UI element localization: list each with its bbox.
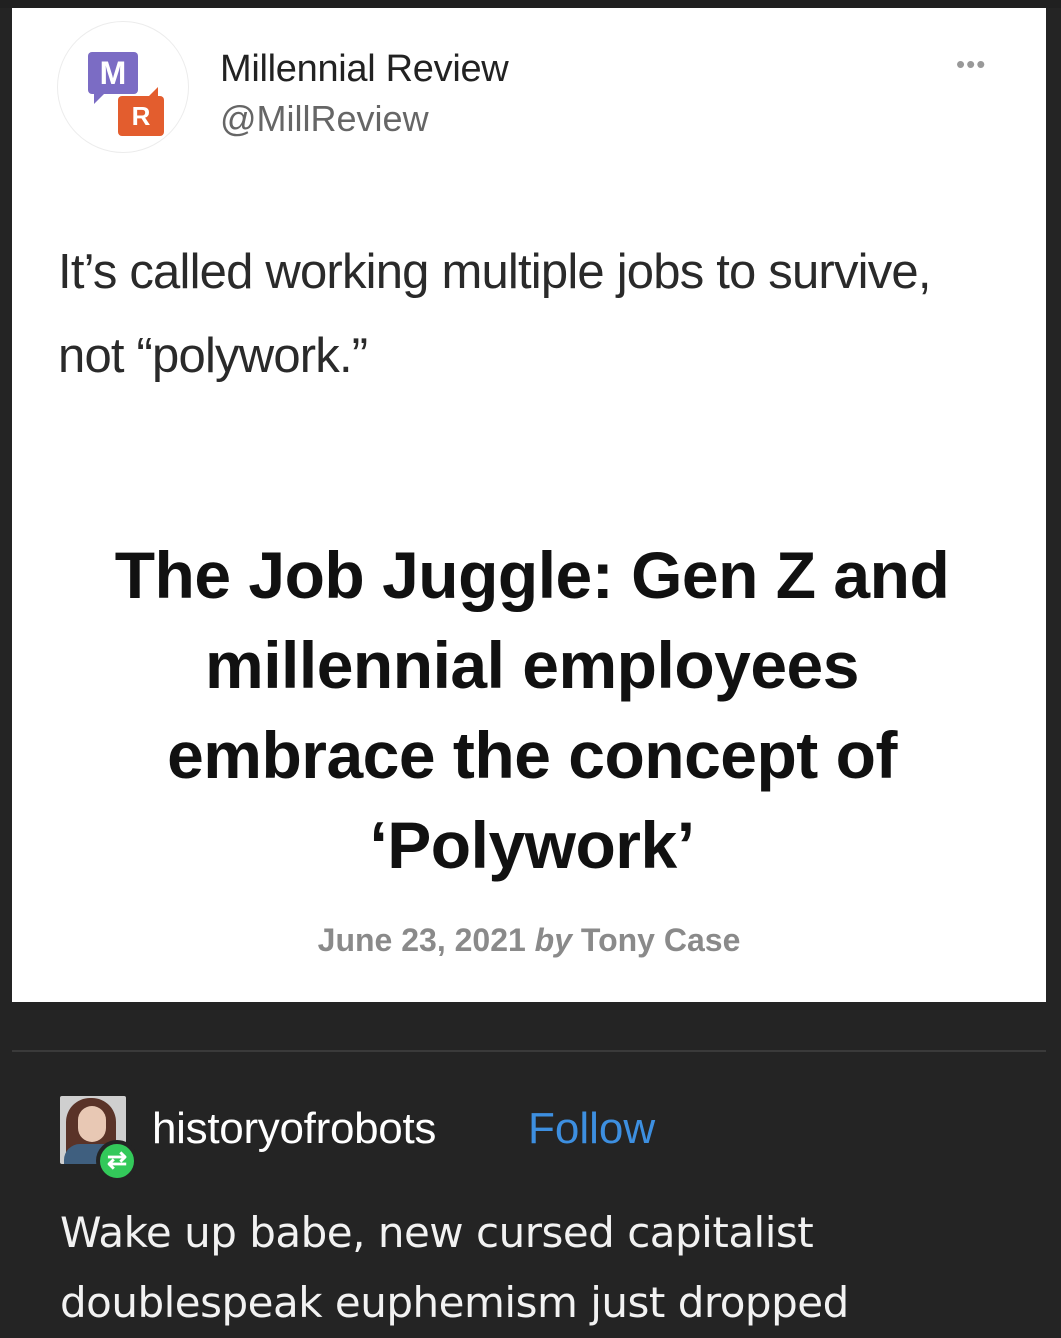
- post-divider: [12, 1050, 1046, 1052]
- byline-by: by: [534, 922, 573, 958]
- article-byline: June 23, 2021 by Tony Case: [12, 922, 1046, 959]
- avatar-face: [78, 1106, 106, 1142]
- reblogger-username[interactable]: historyofrobots: [152, 1104, 436, 1154]
- reblog-icon: ⇄: [96, 1140, 138, 1182]
- tweet-text: It’s called working multiple jobs to sur…: [58, 245, 932, 383]
- logo-r-icon: R: [118, 87, 164, 136]
- account-handle[interactable]: @MillReview: [220, 98, 429, 140]
- article-headline: The Job Juggle: Gen Z and millennial emp…: [114, 538, 950, 882]
- tweet-card[interactable]: M R Millennial Review @MillReview ••• It…: [12, 8, 1046, 1002]
- follow-button[interactable]: Follow: [528, 1104, 655, 1154]
- article-date: June 23, 2021: [317, 922, 526, 958]
- article-author: Tony Case: [580, 922, 741, 958]
- top-strip: [0, 0, 1061, 8]
- reblog-comment: Wake up babe, new cursed capitalist doub…: [60, 1208, 849, 1327]
- logo-m-icon: M: [88, 52, 138, 104]
- account-name[interactable]: Millennial Review: [220, 48, 509, 91]
- more-options-icon[interactable]: •••: [956, 51, 996, 77]
